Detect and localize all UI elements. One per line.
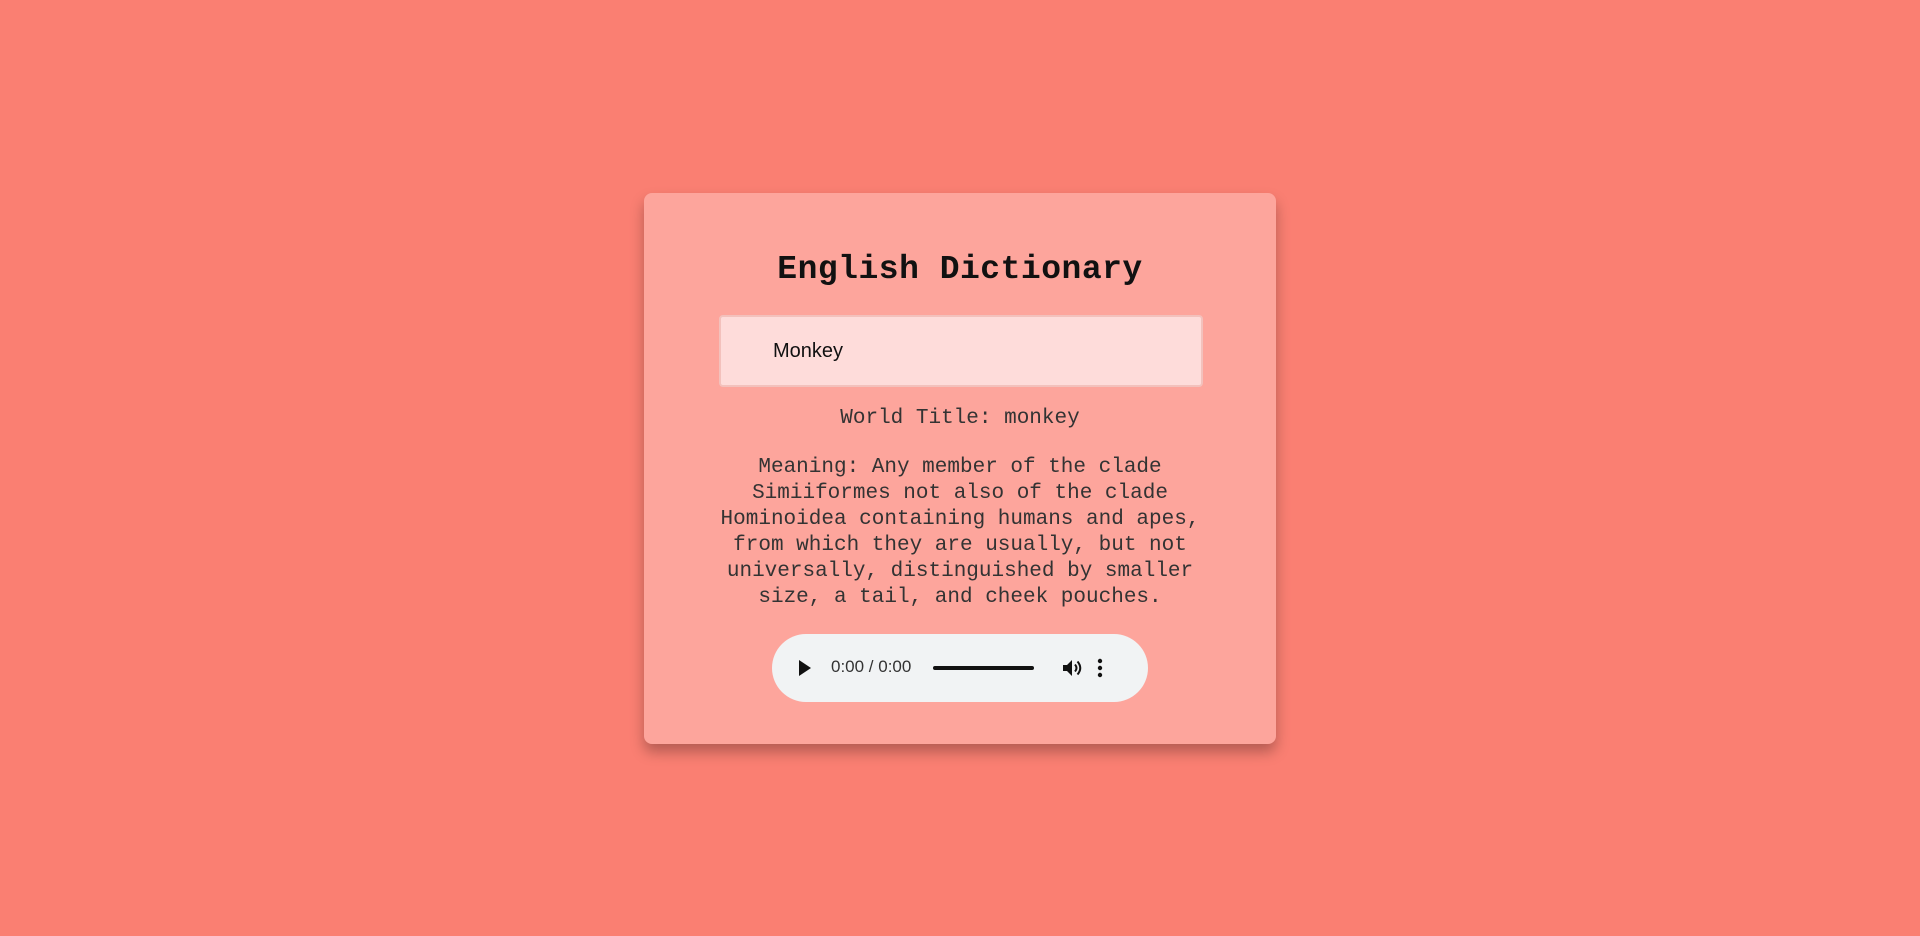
dictionary-card: English Dictionary World Title: monkey M…	[644, 193, 1276, 744]
play-icon[interactable]	[799, 660, 811, 676]
word-search-input[interactable]	[719, 315, 1203, 387]
meaning-text: Meaning: Any member of the clade Simiifo…	[720, 456, 1200, 609]
volume-icon[interactable]	[1062, 658, 1084, 678]
word-title-text: World Title: monkey	[840, 407, 1080, 430]
audio-player: 0:00 / 0:00	[772, 634, 1148, 702]
audio-time: 0:00 / 0:00	[831, 657, 912, 676]
more-options-icon[interactable]	[1096, 658, 1104, 678]
audio-progress-bar[interactable]	[933, 666, 1034, 670]
app-title: English Dictionary	[777, 251, 1143, 288]
